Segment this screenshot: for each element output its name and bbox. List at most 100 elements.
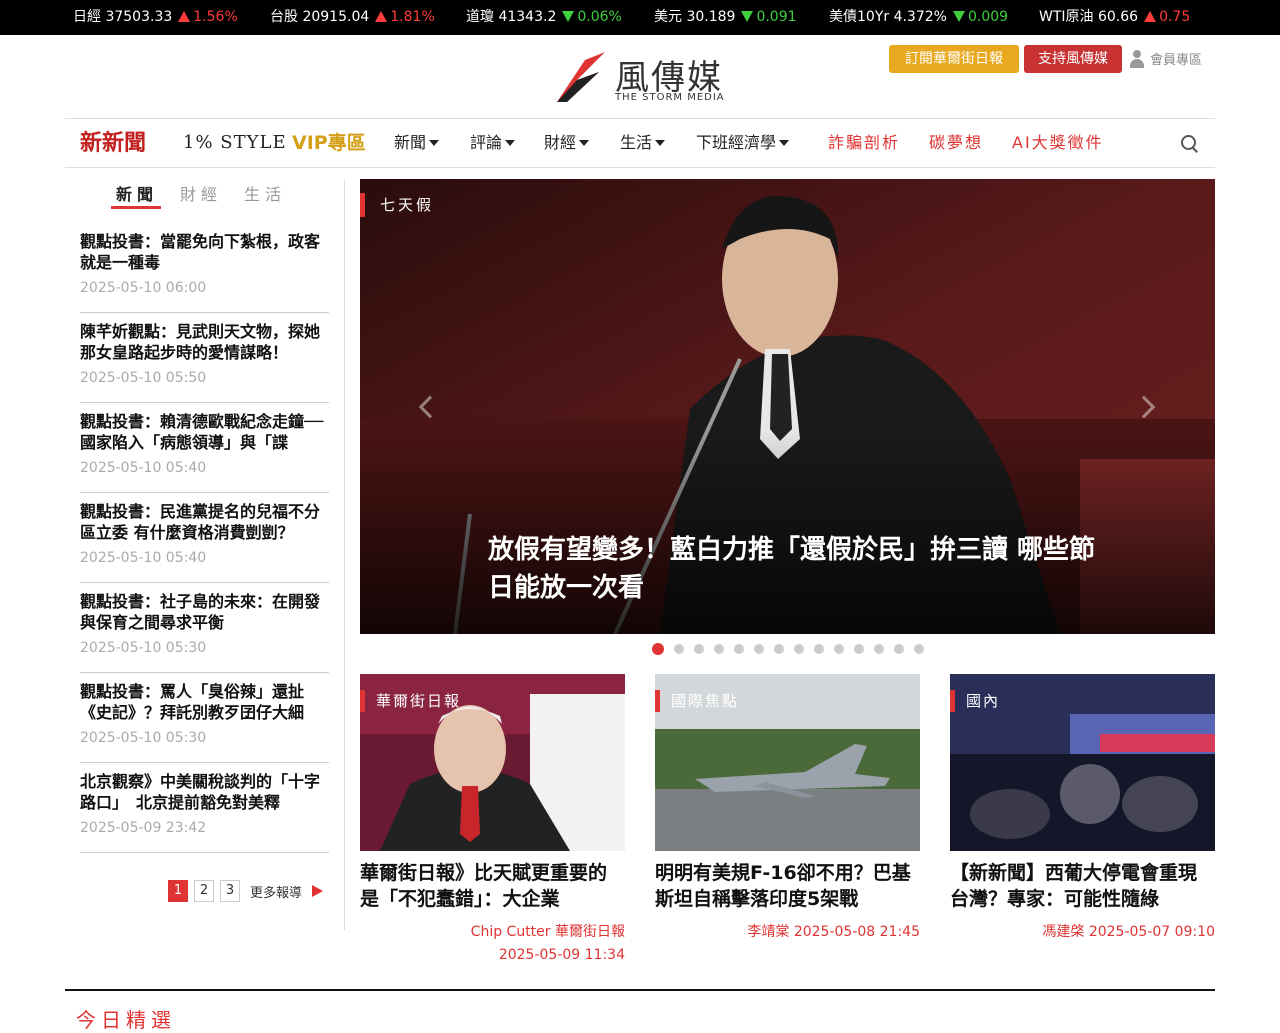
slider-dot[interactable] [774, 644, 784, 654]
section-title-today: 今日精選 [76, 1008, 176, 1032]
site-logo[interactable]: 風傳媒 THE STORM MEDIA [555, 48, 735, 108]
hero-category-tag[interactable]: 七天假 [360, 193, 434, 217]
list-item[interactable]: 觀點投書：罵人「臭俗辣」還扯《史記》？拜託別教歹囝仔大細 2025-05-10 0… [80, 673, 329, 763]
slider-dot[interactable] [652, 643, 664, 655]
tab-life[interactable]: 生活 [244, 180, 286, 210]
slider-dot[interactable] [874, 644, 884, 654]
list-item[interactable]: 觀點投書：民進黨提名的兒福不分區立委 有什麼資格消費剴剴？ 2025-05-10 … [80, 493, 329, 583]
slider-dot[interactable] [894, 644, 904, 654]
list-item-title[interactable]: 北京觀察》中美關稅談判的「十字路口」 北京提前豁免對美釋 [80, 771, 329, 813]
slider-dot[interactable] [854, 644, 864, 654]
nav-ai-award[interactable]: AI大獎徵件 [1012, 119, 1104, 167]
nav-life-label: 生活 [620, 133, 653, 152]
nav-opinion-label: 評論 [470, 133, 503, 152]
page-2-button[interactable]: 2 [194, 880, 214, 902]
down-arrow-icon [741, 11, 754, 22]
subscribe-wsj-button[interactable]: 訂閱華爾街日報 [889, 45, 1019, 73]
ticker-name: 日經 [73, 9, 101, 25]
up-arrow-icon [178, 11, 191, 22]
ticker-value: 20915.04 [302, 9, 370, 25]
card-image[interactable]: 華爾街日報 [360, 674, 625, 851]
ticker-usd[interactable]: 美元 30.189 0.091 [654, 0, 797, 35]
ticker-change: 1.56% [193, 9, 238, 25]
page-1-button[interactable]: 1 [168, 880, 188, 902]
nav-finance[interactable]: 財經 [544, 119, 590, 167]
slider-dot[interactable] [674, 644, 684, 654]
ticker-value: 30.189 [686, 9, 736, 25]
more-reports-link[interactable]: 更多報導 [250, 882, 324, 901]
ticker-nikkei[interactable]: 日經 37503.33 1.56% [73, 0, 238, 35]
card-category-tag[interactable]: 國內 [950, 690, 1000, 712]
tab-finance[interactable]: 財經 [180, 180, 222, 210]
card-title[interactable]: 華爾街日報》比天賦更重要的是「不犯蠢錯」：大企業 [360, 860, 625, 912]
nav-new-news-brand[interactable]: 新新聞 [80, 119, 146, 167]
slider-dot[interactable] [834, 644, 844, 654]
list-item-title[interactable]: 觀點投書：罵人「臭俗辣」還扯《史記》？拜託別教歹囝仔大細 [80, 681, 329, 723]
ticker-name: 美元 [654, 9, 682, 25]
card-category-tag[interactable]: 華爾街日報 [360, 690, 461, 712]
card-author[interactable]: 李靖棠 2025-05-08 21:45 [655, 921, 920, 944]
ticker-ust10y[interactable]: 美債10Yr 4.372% 0.009 [829, 0, 1008, 35]
ticker-wti[interactable]: WTI原油 60.66 0.75 [1039, 0, 1190, 35]
card-title[interactable]: 【新新聞】西葡大停電會重現台灣？專家：可能性隨綠 [950, 860, 1215, 912]
ticker-taiex[interactable]: 台股 20915.04 1.81% [270, 0, 435, 35]
caret-down-icon [655, 140, 666, 146]
column-divider [344, 180, 345, 930]
hero-headline[interactable]: 放假有望變多！藍白力推「還假於民」拚三讀 哪些節日能放一次看 [488, 531, 1108, 607]
support-button[interactable]: 支持風傳媒 [1024, 45, 1122, 73]
slider-dots [652, 643, 934, 656]
sidebar-pager: 1 2 3 更多報導 [168, 879, 324, 903]
nav-bottom-divider [65, 167, 1215, 168]
card-title[interactable]: 明明有美規F-16卻不用？巴基斯坦自稱擊落印度5架戰 [655, 860, 920, 912]
list-item-title[interactable]: 觀點投書：民進黨提名的兒福不分區立委 有什麼資格消費剴剴？ [80, 501, 329, 543]
caret-down-icon [579, 140, 590, 146]
nav-news-label: 新聞 [394, 133, 427, 152]
search-icon[interactable] [1181, 135, 1199, 153]
list-item[interactable]: 觀點投書：賴清德歐戰紀念走鐘──國家陷入「病態領導」與「諜 2025-05-10 … [80, 403, 329, 493]
nav-life[interactable]: 生活 [620, 119, 666, 167]
nav-1pct-style-brand[interactable]: 1% STYLE [183, 119, 287, 167]
member-area-link[interactable]: 會員專區 [1130, 49, 1202, 68]
ticker-name: 台股 [270, 9, 298, 25]
list-item[interactable]: 觀點投書：當罷免向下紮根，政客就是一種毒 2025-05-10 06:00 [80, 223, 329, 313]
slider-dot[interactable] [814, 644, 824, 654]
nav-vip[interactable]: VIP專區 [292, 119, 366, 167]
slider-dot[interactable] [734, 644, 744, 654]
ticker-dow[interactable]: 道瓊 41343.2 0.06% [466, 0, 622, 35]
card-category-tag[interactable]: 國際焦點 [655, 690, 739, 712]
up-arrow-icon [375, 11, 388, 22]
nav-carbon[interactable]: 碳夢想 [929, 119, 983, 167]
hero-slider[interactable]: 七天假 放假有望變多！藍白力推「還假於民」拚三讀 哪些節日能放一次看 [360, 179, 1215, 634]
card-image[interactable]: 國內 [950, 674, 1215, 851]
list-item-title[interactable]: 觀點投書：賴清德歐戰紀念走鐘──國家陷入「病態領導」與「諜 [80, 411, 329, 453]
nav-opinion[interactable]: 評論 [470, 119, 516, 167]
slider-dot[interactable] [694, 644, 704, 654]
list-item[interactable]: 觀點投書：社子島的未來：在開發與保育之間尋求平衡 2025-05-10 05:30 [80, 583, 329, 673]
list-item[interactable]: 陳芊妡觀點：見武則天文物，探她那女皇路起步時的愛情謀略！ 2025-05-10 0… [80, 313, 329, 403]
card-image[interactable]: 國際焦點 [655, 674, 920, 851]
nav-news[interactable]: 新聞 [394, 119, 440, 167]
list-item-title[interactable]: 陳芊妡觀點：見武則天文物，探她那女皇路起步時的愛情謀略！ [80, 321, 329, 363]
page-3-button[interactable]: 3 [220, 880, 240, 902]
caret-down-icon [429, 140, 440, 146]
slider-dot[interactable] [754, 644, 764, 654]
nav-econ[interactable]: 下班經濟學 [696, 119, 790, 167]
user-icon [1130, 49, 1144, 68]
card-meta: 馮建棨 2025-05-07 09:10 [950, 921, 1215, 944]
nav-fraud[interactable]: 詐騙剖析 [828, 119, 900, 167]
play-arrow-icon [312, 885, 324, 897]
slider-dot[interactable] [914, 644, 924, 654]
nav-finance-label: 財經 [544, 133, 577, 152]
active-tab-underline [111, 206, 161, 209]
slider-dot[interactable] [794, 644, 804, 654]
slider-dot[interactable] [714, 644, 724, 654]
ticker-change: 0.091 [756, 9, 797, 25]
up-arrow-icon [1144, 11, 1157, 22]
card-author[interactable]: Chip Cutter 華爾街日報 [360, 921, 625, 944]
caret-down-icon [505, 140, 516, 146]
list-item[interactable]: 北京觀察》中美關稅談判的「十字路口」 北京提前豁免對美釋 2025-05-09 2… [80, 763, 329, 853]
card-author[interactable]: 馮建棨 2025-05-07 09:10 [950, 921, 1215, 944]
more-reports-label: 更多報導 [250, 885, 303, 901]
list-item-title[interactable]: 觀點投書：社子島的未來：在開發與保育之間尋求平衡 [80, 591, 329, 633]
list-item-title[interactable]: 觀點投書：當罷免向下紮根，政客就是一種毒 [80, 231, 329, 273]
